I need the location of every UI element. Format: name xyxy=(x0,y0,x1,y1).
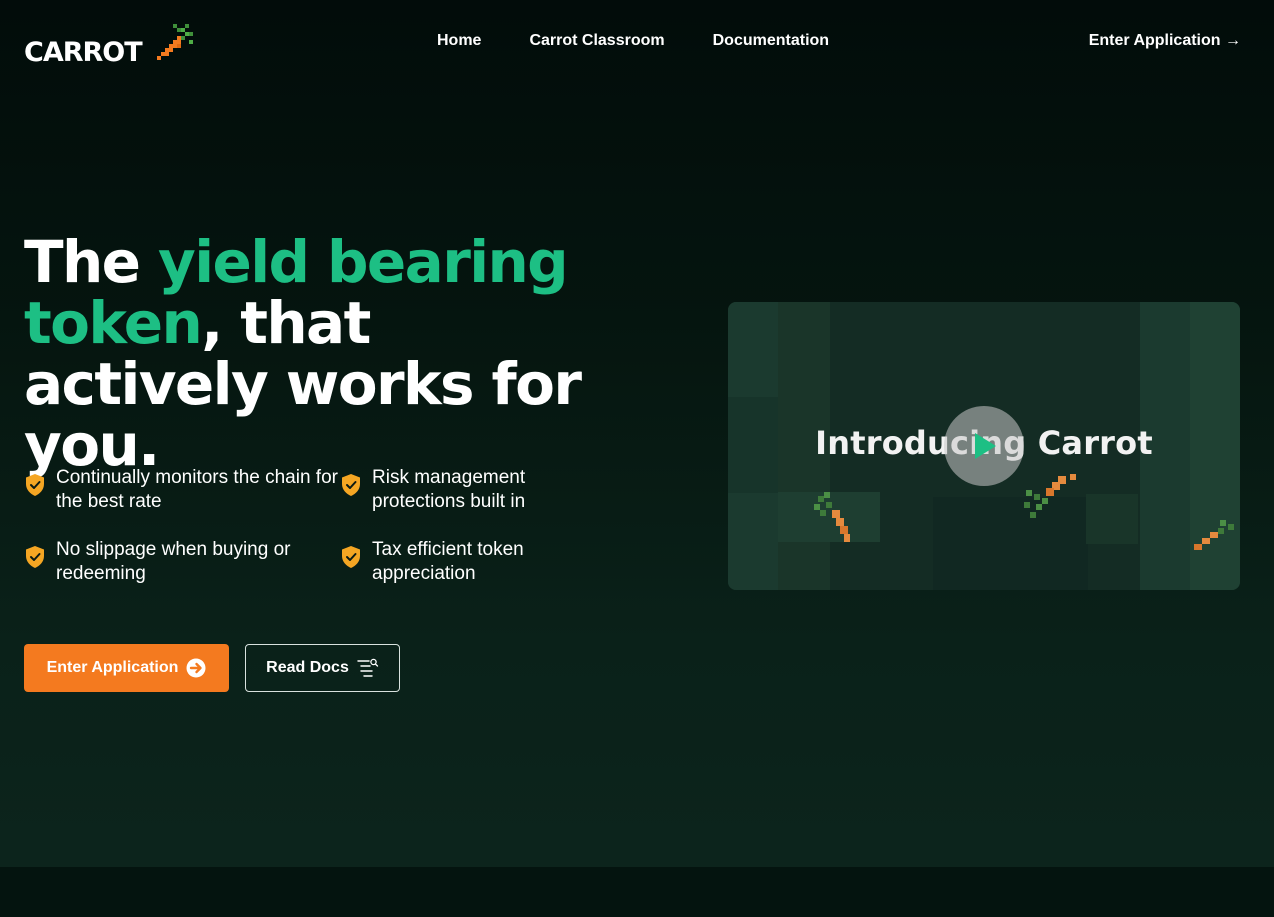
feature-text: Tax efficient token appreciation xyxy=(372,539,524,584)
next-section-band xyxy=(0,867,1274,917)
hero-title-highlight: yield bearing xyxy=(157,228,569,296)
read-docs-label: Read Docs xyxy=(266,659,349,676)
hero-title-highlight-token: token xyxy=(24,289,203,357)
feature-list: Continually monitors the chain for the b… xyxy=(24,466,584,586)
shield-check-icon xyxy=(26,546,44,568)
feature-item: No slippage when buying or redeeming xyxy=(24,538,340,586)
shield-check-icon xyxy=(342,546,360,568)
arrow-right-circle-icon xyxy=(186,658,206,678)
nav-carrot-classroom[interactable]: Carrot Classroom xyxy=(529,32,664,50)
intro-video[interactable]: Introducing Carrot xyxy=(728,302,1240,590)
hero-title: The yield bearing token, that actively wo… xyxy=(24,232,624,476)
logo[interactable]: CARROT xyxy=(24,22,193,68)
carrot-sprite xyxy=(814,492,850,542)
play-button[interactable] xyxy=(944,406,1024,486)
nav-home[interactable]: Home xyxy=(437,32,481,50)
feature-text: Continually monitors the chain for the b… xyxy=(56,467,338,512)
feature-item: Risk management protections built in xyxy=(340,466,584,514)
nav-enter-application[interactable]: Enter Application → xyxy=(1089,32,1241,50)
docs-search-icon xyxy=(357,658,378,677)
video-bg-tile xyxy=(1086,494,1138,544)
play-icon xyxy=(975,433,996,459)
shield-check-icon xyxy=(342,474,360,496)
pixel-carrot-icon xyxy=(157,24,193,60)
enter-application-label: Enter Application xyxy=(46,659,179,676)
main-nav: Home Carrot Classroom Documentation xyxy=(437,32,829,50)
logo-text: CARROT xyxy=(24,37,143,68)
carrot-sprite xyxy=(1194,520,1234,550)
feature-item: Continually monitors the chain for the b… xyxy=(24,466,340,514)
feature-text: No slippage when buying or redeeming xyxy=(56,539,291,584)
nav-documentation[interactable]: Documentation xyxy=(713,32,829,50)
hero-title-part1: The xyxy=(24,228,158,296)
feature-item: Tax efficient token appreciation xyxy=(340,538,584,586)
carrot-sprite xyxy=(1024,474,1076,518)
feature-text: Risk management protections built in xyxy=(372,467,526,512)
enter-application-button[interactable]: Enter Application xyxy=(24,644,229,692)
shield-check-icon xyxy=(26,474,44,496)
read-docs-button[interactable]: Read Docs xyxy=(245,644,400,692)
